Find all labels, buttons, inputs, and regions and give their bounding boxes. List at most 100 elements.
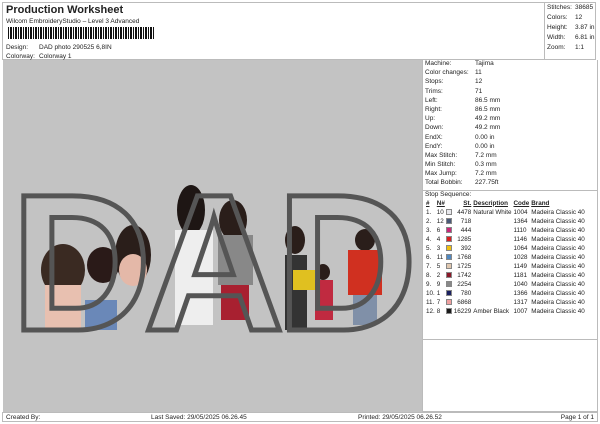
info-row-label: Machine:	[425, 60, 452, 67]
stop-index: 10.	[426, 289, 435, 297]
color-swatch-cell	[445, 217, 453, 226]
printed-date: Printed: 29/05/2025 06.26.52	[358, 413, 442, 421]
description: Natural White	[473, 208, 512, 216]
column-header: Code	[513, 199, 530, 207]
info-row: EndY: 0.00 in	[423, 143, 597, 152]
info-row-label: Total Bobbin:	[425, 179, 463, 187]
needle-number: 12	[436, 217, 444, 225]
colorway-label: Colorway:	[6, 53, 35, 60]
column-header: St.	[463, 199, 472, 207]
needle-number: 9	[436, 280, 441, 288]
needle-number: 11	[436, 253, 444, 261]
color-swatch	[445, 235, 452, 242]
created-by: Created By:	[6, 413, 41, 421]
stitch-count: 4478	[457, 208, 472, 216]
stitch-count: 1768	[457, 253, 472, 261]
colorway-row: Colorway: Colorway 1	[6, 53, 72, 60]
color-swatch-cell	[445, 289, 453, 298]
stitch-count: 444	[460, 226, 472, 234]
stat: Width: 6.81 in	[547, 34, 595, 44]
thread-code: 1146	[513, 235, 527, 243]
footer: Created By: Last Saved: 29/05/2025 06.26…	[2, 412, 598, 422]
color-swatch	[445, 298, 452, 305]
info-row: Max Stitch: 7.2 mm	[423, 152, 597, 161]
thread-brand: Madeira Classic 40	[531, 253, 585, 261]
column-header: Description	[473, 199, 508, 207]
color-swatch	[445, 226, 452, 233]
description	[472, 289, 512, 298]
stat-value: 12	[575, 14, 583, 21]
thread-brand: Madeira Classic 40	[531, 280, 585, 288]
worksheet-header: Production Worksheet Wilcom EmbroiderySt…	[2, 2, 596, 60]
info-row-value: Tajima	[475, 60, 494, 67]
info-row: Max Jump: 7.2 mm	[423, 170, 597, 179]
color-swatch	[445, 289, 452, 296]
info-row: Down: 49.2 mm	[423, 124, 597, 133]
stop-index: 3.	[426, 226, 432, 234]
table-row: 3. 6 444 1110 Madeira Classic 40	[425, 226, 586, 235]
design-name: DAD photo 290525 6,8IN	[39, 44, 112, 51]
info-row: Left: 86.5 mm	[423, 97, 597, 106]
info-row-label: EndX:	[425, 133, 443, 141]
stop-index: 12.	[426, 307, 435, 315]
stat: Stitches: 38685	[547, 4, 595, 14]
description	[472, 226, 512, 235]
stitch-count: 780	[460, 289, 472, 297]
thread-code: 1004	[513, 208, 528, 216]
stat: Height: 3.87 in	[547, 24, 595, 34]
stat-value: 1:1	[575, 44, 585, 51]
info-row-label: Min Stitch:	[425, 161, 456, 169]
stat-label: Width:	[547, 34, 566, 41]
description	[472, 244, 512, 253]
stitch-count: 6868	[457, 298, 472, 306]
stop-index: 5.	[426, 244, 432, 252]
info-row-label: Max Jump:	[425, 170, 457, 178]
info-row: Min Stitch: 0.3 mm	[423, 161, 597, 170]
stat-label: Stitches:	[547, 4, 572, 11]
thread-brand: Madeira Classic 40	[531, 226, 585, 234]
description	[472, 298, 512, 307]
stat-label: Zoom:	[547, 44, 566, 51]
colorway-name: Colorway 1	[39, 53, 72, 60]
info-row-value: 0.00 in	[475, 133, 495, 141]
info-row-label: Max Stitch:	[425, 151, 458, 159]
stitch-count: 2254	[457, 280, 472, 288]
design-preview: DAD	[3, 60, 422, 412]
stop-index: 1.	[426, 208, 432, 216]
info-row: Total Bobbin: 227.75ft	[423, 179, 597, 188]
stop-index: 8.	[426, 271, 432, 279]
needle-number: 4	[436, 235, 441, 243]
needle-number: 1	[436, 289, 441, 297]
column-header: #	[426, 199, 430, 207]
stitch-count: 392	[460, 244, 472, 252]
dad-lettering: DAD	[11, 154, 410, 372]
info-row-label: Right:	[425, 105, 442, 113]
thread-brand: Madeira Classic 40	[531, 307, 585, 315]
table-row: 8. 2 1742 1181 Madeira Classic 40	[425, 271, 586, 280]
table-row: 10. 1 780 1366 Madeira Classic 40	[425, 289, 586, 298]
info-row-label: Trims:	[425, 87, 443, 95]
description	[472, 271, 512, 280]
divider	[423, 339, 597, 340]
machine-info-panel: Machine: Tajima Color changes: 11 Stops: 12 Tr…	[422, 60, 598, 412]
page-title: Production Worksheet	[6, 4, 124, 16]
barcode	[8, 27, 154, 39]
thread-code: 1364	[513, 217, 528, 225]
color-swatch	[445, 208, 452, 215]
stitch-count: 16229	[453, 307, 472, 315]
description	[472, 280, 512, 289]
info-row-value: 227.75ft	[475, 179, 499, 187]
info-row-label: Stops:	[425, 78, 444, 86]
thread-code: 1028	[513, 253, 528, 261]
info-row: EndX: 0.00 in	[423, 134, 597, 143]
needle-number: 6	[436, 226, 441, 234]
info-row: Up: 49.2 mm	[423, 115, 597, 124]
info-row-label: Up:	[425, 115, 436, 123]
needle-number: 10	[436, 208, 444, 216]
design-stats: Stitches: 38685 Colors: 12 Height: 3.87 in Wid…	[544, 3, 597, 59]
thread-brand: Madeira Classic 40	[531, 217, 585, 225]
design-label: Design:	[6, 44, 29, 51]
info-row-value: 49.2 mm	[475, 115, 501, 123]
info-row-value: 12	[475, 78, 483, 86]
stat-label: Height:	[547, 24, 568, 31]
